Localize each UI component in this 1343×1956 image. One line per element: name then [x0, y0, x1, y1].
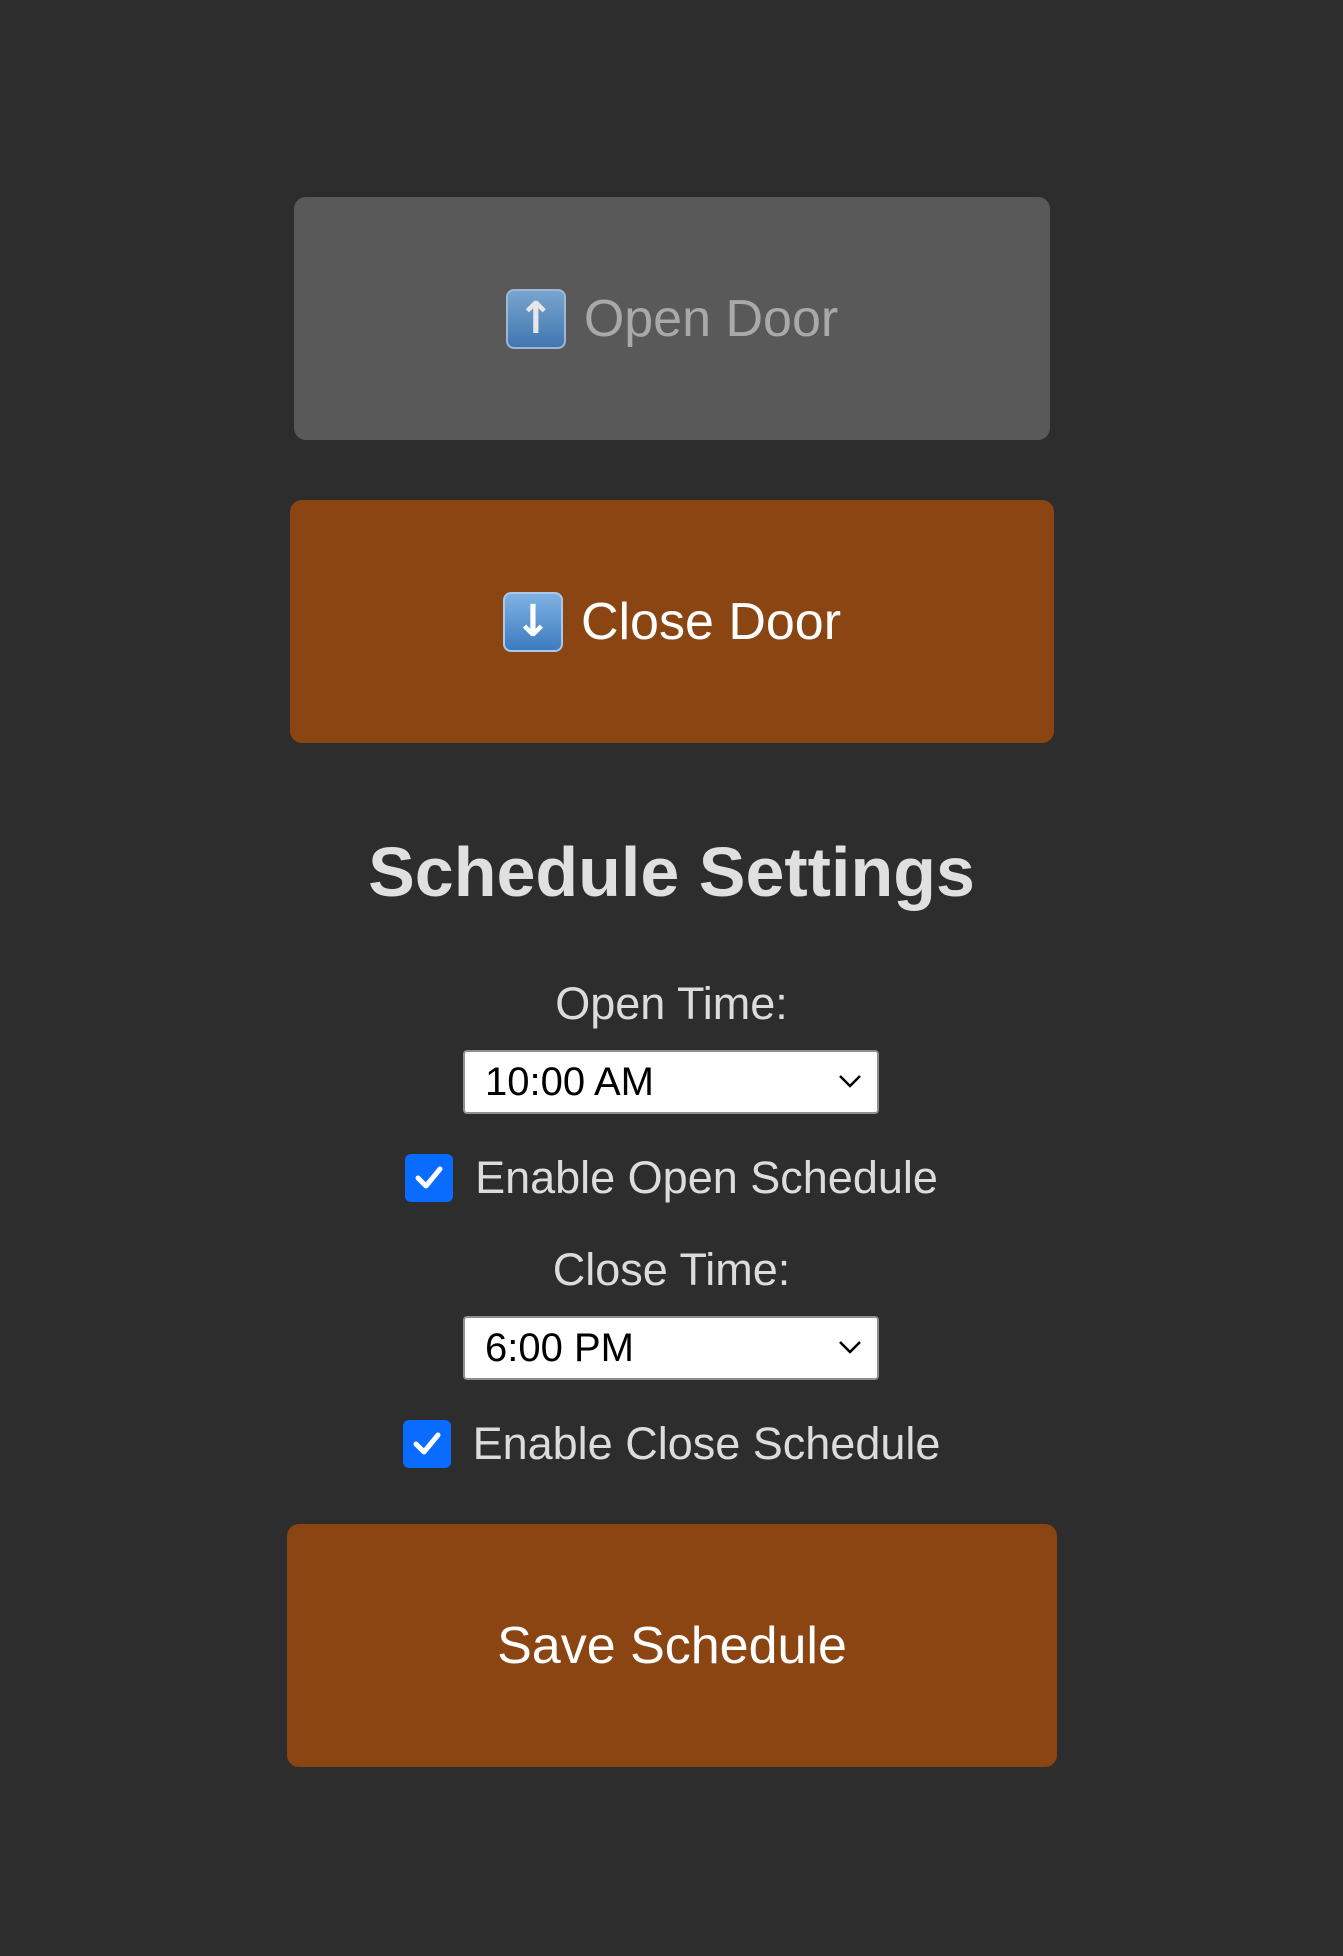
save-schedule-button[interactable]: Save Schedule — [287, 1524, 1057, 1767]
open-schedule-label: Enable Open Schedule — [475, 1152, 938, 1203]
chevron-down-icon — [839, 1075, 861, 1088]
close-time-select[interactable]: 6:00 PM — [463, 1316, 879, 1380]
close-door-button[interactable]: ↓ Close Door — [290, 500, 1054, 743]
open-time-select[interactable]: 10:00 AM — [463, 1050, 879, 1114]
open-door-label: Open Door — [583, 289, 839, 348]
checkmark-icon — [415, 1166, 443, 1189]
open-time-label: Open Time: — [555, 978, 788, 1029]
close-schedule-toggle-row: Enable Close Schedule — [0, 1418, 1343, 1470]
down-arrow-icon: ↓ — [502, 591, 563, 652]
close-schedule-label: Enable Close Schedule — [472, 1418, 941, 1469]
open-door-button[interactable]: ↑ Open Door — [294, 197, 1050, 440]
close-door-label: Close Door — [580, 592, 842, 651]
open-time-value: 10:00 AM — [485, 1059, 655, 1104]
chevron-down-icon — [839, 1341, 861, 1354]
close-time-label: Close Time: — [552, 1244, 791, 1295]
open-schedule-checkbox[interactable] — [405, 1154, 454, 1202]
close-time-value: 6:00 PM — [485, 1325, 634, 1370]
up-arrow-icon: ↑ — [505, 288, 566, 349]
open-schedule-toggle-row: Enable Open Schedule — [0, 1152, 1343, 1204]
schedule-settings-title: Schedule Settings — [368, 833, 975, 911]
close-schedule-checkbox[interactable] — [402, 1420, 451, 1468]
checkmark-icon — [413, 1432, 441, 1455]
save-schedule-label: Save Schedule — [497, 1616, 847, 1675]
